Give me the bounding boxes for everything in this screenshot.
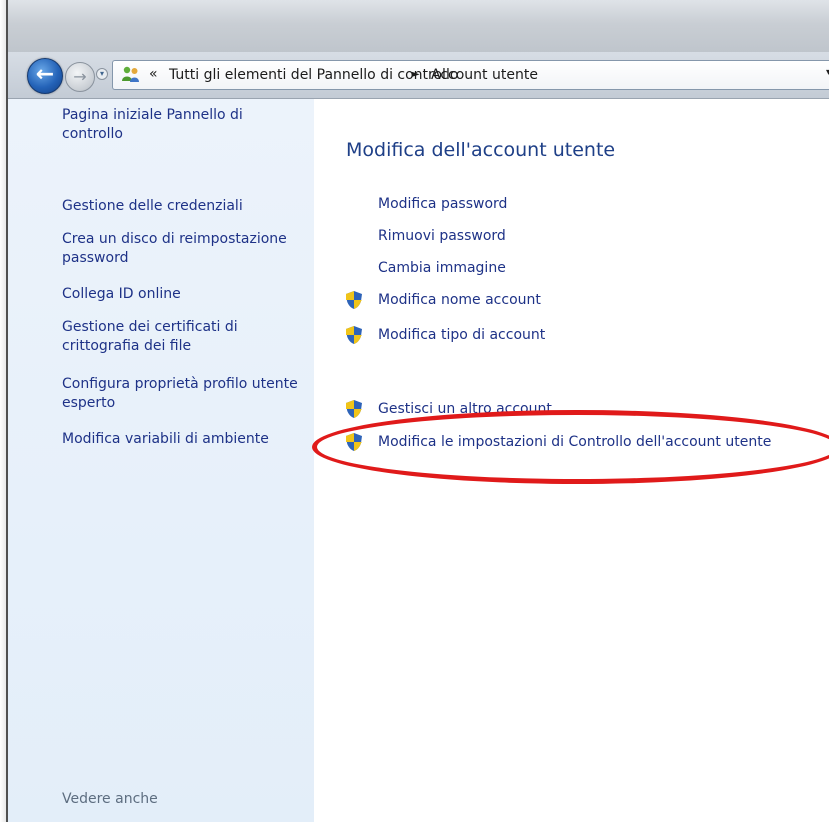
- page-title: Modifica dell'account utente: [346, 139, 616, 161]
- task-change-account-name[interactable]: Modifica nome account: [378, 291, 541, 309]
- title-bar: [8, 0, 829, 52]
- back-arrow-icon: ←: [35, 62, 55, 87]
- uac-shield-icon: [346, 326, 362, 344]
- red-highlight-annotation: [312, 410, 829, 484]
- sidebar-link-advanced-user-profile[interactable]: Configura proprietà profilo utente esper…: [62, 375, 302, 413]
- uac-shield-icon: [346, 400, 362, 418]
- user-accounts-icon: [122, 66, 139, 82]
- see-also-heading: Vedere anche: [62, 791, 158, 807]
- sidebar-link-control-panel-home[interactable]: Pagina iniziale Pannello di controllo: [62, 106, 302, 144]
- forward-arrow-icon: →: [73, 67, 87, 86]
- chevron-down-icon: ▾: [99, 69, 104, 78]
- forward-button[interactable]: →: [65, 62, 95, 92]
- sidebar-link-online-ids[interactable]: Collega ID online: [62, 285, 302, 304]
- address-bar[interactable]: « Tutti gli elementi del Pannello di con…: [112, 60, 829, 90]
- breadcrumb-separator-icon[interactable]: ►: [412, 66, 420, 84]
- sidebar-link-credential-manager[interactable]: Gestione delle credenziali: [62, 197, 302, 216]
- address-overflow-chevrons[interactable]: «: [149, 65, 158, 83]
- sidebar-link-password-reset-disk[interactable]: Crea un disco di reimpostazione password: [62, 230, 302, 268]
- task-change-account-type[interactable]: Modifica tipo di account: [378, 326, 545, 344]
- control-panel-window: ← → ▾ « Tutti gli elementi del Pannello …: [6, 0, 829, 822]
- sidebar-link-environment-variables[interactable]: Modifica variabili di ambiente: [62, 430, 302, 449]
- back-button[interactable]: ←: [27, 58, 63, 94]
- breadcrumb-user-accounts[interactable]: Account utente: [431, 66, 538, 84]
- uac-shield-icon: [346, 291, 362, 309]
- task-change-password[interactable]: Modifica password: [378, 195, 507, 213]
- task-change-picture[interactable]: Cambia immagine: [378, 259, 506, 277]
- recent-pages-dropdown[interactable]: ▾: [96, 68, 108, 80]
- task-pane: Pagina iniziale Pannello di controllo Ge…: [8, 99, 314, 822]
- sidebar-link-file-encryption-certificates[interactable]: Gestione dei certificati di crittografia…: [62, 318, 302, 356]
- task-remove-password[interactable]: Rimuovi password: [378, 227, 506, 245]
